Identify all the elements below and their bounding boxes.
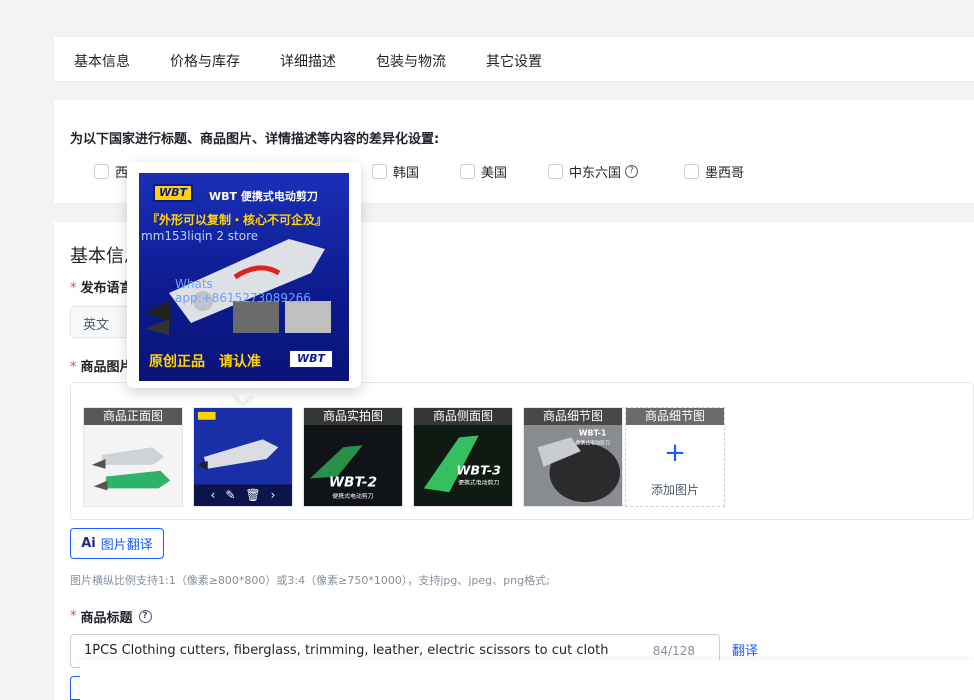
thumb-subtext: 便携式电动剪刀: [575, 439, 609, 446]
tab-description[interactable]: 详细描述: [280, 51, 336, 71]
image-caption: 商品侧面图: [414, 408, 512, 425]
plus-icon: +: [664, 438, 686, 468]
preview-bottom-text: 原创正品 请认准: [149, 354, 261, 370]
ai-icon: Ai: [81, 536, 96, 551]
required-mark: *: [70, 281, 77, 296]
image-preview-popup: WBT WBT 便携式电动剪刀 『外形可以复制・核心不可企及』 mm153liq…: [127, 162, 361, 388]
bottom-overlay-panel: [80, 660, 974, 700]
required-mark: *: [70, 360, 77, 375]
move-right-icon[interactable]: ›: [271, 488, 276, 502]
language-label: * 发布语言: [70, 281, 133, 296]
delete-icon[interactable]: 🗑: [245, 488, 260, 502]
country-option-middle-east[interactable]: 中东六国?: [548, 162, 639, 181]
images-label: * 商品图片: [70, 360, 133, 375]
help-icon[interactable]: ?: [138, 610, 152, 623]
preview-brand: WBT 便携式电动剪刀: [209, 190, 318, 203]
product-image-3[interactable]: 商品实拍图 WBT-2 便携式电动剪刀: [303, 407, 403, 507]
tab-basic-info[interactable]: 基本信息: [74, 51, 130, 71]
brand-logo: WBT: [153, 184, 193, 202]
product-image-5[interactable]: 商品细节图 WBT-1 便携式电动剪刀: [523, 407, 623, 507]
preview-store: mm153liqin 2 store: [141, 229, 259, 243]
add-image-button[interactable]: 商品细节图 + 添加图片: [625, 407, 725, 507]
help-icon[interactable]: ?: [625, 164, 639, 178]
country-option-korea[interactable]: 韩国: [372, 162, 419, 181]
brand-logo: WBT: [289, 350, 333, 368]
image-caption: 商品实拍图: [304, 408, 402, 425]
product-image-1[interactable]: 商品正面图: [83, 407, 183, 507]
edit-icon[interactable]: ✎: [225, 488, 235, 502]
translate-link[interactable]: 翻译: [732, 640, 758, 659]
checkbox[interactable]: [460, 163, 475, 179]
tab-packaging[interactable]: 包装与物流: [376, 51, 446, 71]
product-image-4[interactable]: 商品侧面图 WBT-3 便携式电动剪刀: [413, 407, 513, 507]
tab-other-settings[interactable]: 其它设置: [486, 51, 542, 71]
preview-image: WBT WBT 便携式电动剪刀 『外形可以复制・核心不可企及』 mm153liq…: [139, 173, 349, 381]
thumb-overlay-text: WBT-1: [579, 428, 607, 437]
product-image-2[interactable]: ‹ ✎ 🗑 ›: [193, 407, 293, 507]
country-option-usa[interactable]: 美国: [460, 162, 507, 181]
preview-slogan: 『外形可以复制・核心不可企及』: [147, 213, 328, 227]
preview-whatsapp: Whats app:+8615273089266: [175, 277, 311, 305]
required-mark: *: [70, 609, 77, 624]
thumb-subtext: 便携式电动剪刀: [458, 478, 499, 486]
add-image-label: 添加图片: [650, 483, 699, 497]
checkbox[interactable]: [94, 163, 109, 179]
image-controls: ‹ ✎ 🗑 ›: [194, 484, 292, 506]
country-option-mexico[interactable]: 墨西哥: [684, 162, 744, 181]
char-counter: 84/128: [652, 644, 695, 658]
image-hint: 图片横纵比例支持1:1（像素≥800*800）或3:4（像素≥750*1000）…: [70, 574, 550, 587]
image-caption: 商品细节图: [626, 408, 724, 425]
diff-settings-heading: 为以下国家进行标题、商品图片、详情描述等内容的差异化设置:: [70, 132, 440, 147]
title-label: * 商品标题?: [70, 607, 152, 626]
tab-price-stock[interactable]: 价格与库存: [170, 51, 240, 71]
tab-bar: 基本信息 价格与库存 详细描述 包装与物流 其它设置: [54, 37, 974, 82]
image-upload-area: 商品正面图 ‹ ✎ 🗑 › 商品实拍图 WBT-2 便携式电动剪刀 商品侧面图 …: [70, 382, 974, 520]
title-value: 1PCS Clothing cutters, fiberglass, trimm…: [84, 643, 609, 658]
image-caption: 商品正面图: [84, 408, 182, 425]
image-translate-label: 图片翻译: [100, 538, 153, 553]
checkbox[interactable]: [548, 163, 563, 179]
thumb-subtext: 便携式电动剪刀: [332, 492, 373, 500]
image-translate-button[interactable]: Ai 图片翻译: [70, 528, 164, 559]
thumb-overlay-text: WBT-3: [456, 464, 501, 479]
checkbox[interactable]: [684, 163, 699, 179]
move-left-icon[interactable]: ‹: [211, 488, 216, 502]
checkbox[interactable]: [372, 163, 387, 179]
thumb-overlay-text: WBT-2: [329, 474, 377, 490]
image-caption: 商品细节图: [524, 408, 622, 425]
